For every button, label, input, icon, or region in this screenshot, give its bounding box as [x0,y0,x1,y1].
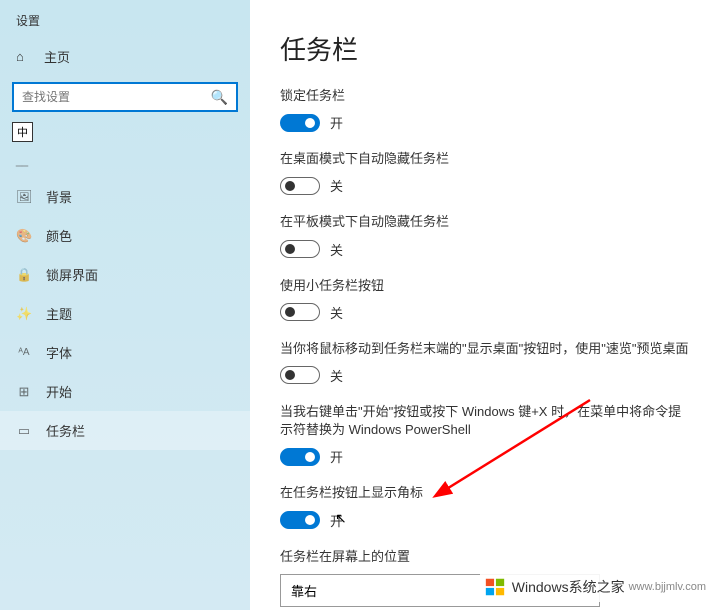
setting-label: 在桌面模式下自动隐藏任务栏 [280,150,690,168]
sidebar-item-themes[interactable]: ✨ 主题 [0,294,250,333]
home-icon: ⌂ [16,49,32,64]
toggle-state-text: 关 [330,303,343,322]
setting-powershell: 当我右键单击"开始"按钮或按下 Windows 键+X 时，在菜单中将命令提示符… [280,403,690,466]
section-label: ⎯⎯ [0,142,250,177]
font-icon: ᴬA [16,347,32,358]
toggle-badges[interactable] [280,511,320,529]
search-icon: 🔍 [211,89,228,106]
toggle-peek-preview[interactable] [280,366,320,384]
setting-label: 锁定任务栏 [280,87,690,105]
watermark-text: Windows系统之家 [512,577,625,597]
lock-icon: 🔒 [16,267,32,283]
sidebar: 设置 ⌂ 主页 🔍 中 ⎯⎯ 🖼 背景 🎨 颜色 🔒 锁屏界面 ✨ 主题 [0,0,250,610]
search-input[interactable] [22,90,211,104]
sidebar-item-label: 任务栏 [46,421,85,440]
setting-label: 任务栏在屏幕上的位置 [280,548,690,566]
windows-logo-icon [484,576,506,598]
setting-badges: 在任务栏按钮上显示角标 开 [280,484,690,529]
setting-small-buttons: 使用小任务栏按钮 关 [280,277,690,322]
palette-icon: 🎨 [16,228,32,244]
start-icon: ⊞ [16,384,32,400]
toggle-state-text: 开 [330,511,343,530]
setting-autohide-desktop: 在桌面模式下自动隐藏任务栏 关 [280,150,690,195]
toggle-small-buttons[interactable] [280,303,320,321]
watermark: Windows系统之家 www.bjjmlv.com [480,572,710,602]
main-content: 任务栏 锁定任务栏 开 在桌面模式下自动隐藏任务栏 关 在平板模式下自动隐藏任务… [250,0,720,610]
setting-label: 当你将鼠标移动到任务栏末端的"显示桌面"按钮时，使用"速览"预览桌面 [280,340,690,358]
setting-label: 在平板模式下自动隐藏任务栏 [280,213,690,231]
sidebar-item-colors[interactable]: 🎨 颜色 [0,216,250,255]
themes-icon: ✨ [16,306,32,322]
sidebar-item-label: 字体 [46,343,72,362]
setting-label: 当我右键单击"开始"按钮或按下 Windows 键+X 时，在菜单中将命令提示符… [280,403,690,439]
app-title: 设置 [0,8,250,39]
sidebar-item-start[interactable]: ⊞ 开始 [0,372,250,411]
setting-autohide-tablet: 在平板模式下自动隐藏任务栏 关 [280,213,690,258]
image-icon: 🖼 [16,189,32,205]
sidebar-home-label: 主页 [44,47,70,66]
sidebar-item-label: 开始 [46,382,72,401]
toggle-state-text: 关 [330,240,343,259]
watermark-url: www.bjjmlv.com [629,581,706,593]
sidebar-item-label: 锁屏界面 [46,265,98,284]
toggle-state-text: 开 [330,447,343,466]
setting-label: 使用小任务栏按钮 [280,277,690,295]
sidebar-item-lockscreen[interactable]: 🔒 锁屏界面 [0,255,250,294]
sidebar-item-taskbar[interactable]: ▭ 任务栏 [0,411,250,450]
toggle-state-text: 关 [330,176,343,195]
search-box[interactable]: 🔍 [12,82,238,112]
ime-badge: 中 [12,122,33,142]
sidebar-item-label: 主题 [46,304,72,323]
setting-label: 在任务栏按钮上显示角标 [280,484,690,502]
taskbar-icon: ▭ [16,423,32,439]
toggle-autohide-desktop[interactable] [280,177,320,195]
toggle-powershell[interactable] [280,448,320,466]
toggle-state-text: 关 [330,366,343,385]
toggle-autohide-tablet[interactable] [280,240,320,258]
toggle-state-text: 开 [330,113,343,132]
setting-lock-taskbar: 锁定任务栏 开 [280,87,690,132]
sidebar-item-label: 背景 [46,187,72,206]
sidebar-home[interactable]: ⌂ 主页 [0,39,250,74]
toggle-lock-taskbar[interactable] [280,114,320,132]
setting-peek-preview: 当你将鼠标移动到任务栏末端的"显示桌面"按钮时，使用"速览"预览桌面 关 [280,340,690,385]
sidebar-item-background[interactable]: 🖼 背景 [0,177,250,216]
page-title: 任务栏 [280,30,690,67]
sidebar-item-label: 颜色 [46,226,72,245]
dropdown-value: 靠右 [291,581,317,600]
sidebar-item-fonts[interactable]: ᴬA 字体 [0,333,250,372]
